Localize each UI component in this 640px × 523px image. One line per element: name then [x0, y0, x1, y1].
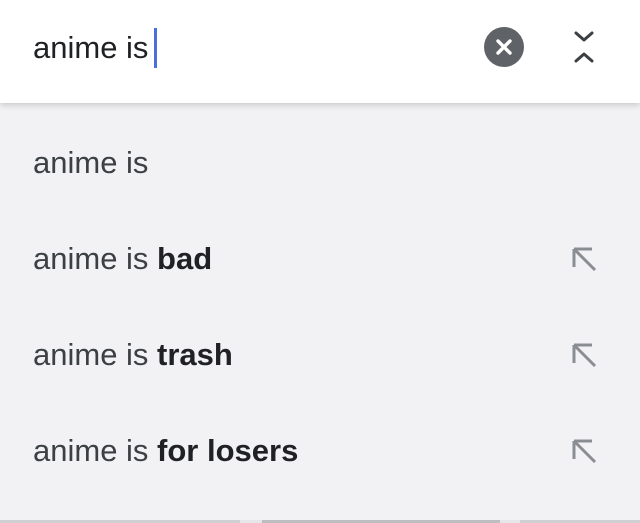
- suggestion-text: anime is trash: [33, 307, 233, 403]
- suggestion-prefix: anime is: [33, 433, 158, 468]
- suggestion-prefix: anime is: [33, 145, 149, 180]
- suggestion-prefix: anime is: [33, 337, 158, 372]
- search-input[interactable]: anime is: [33, 28, 158, 68]
- suggestion-text: anime is bad: [33, 211, 212, 307]
- close-circle-icon: [496, 39, 512, 55]
- clear-search-button[interactable]: [484, 27, 524, 67]
- suggestion-item[interactable]: anime is trash: [0, 307, 640, 403]
- suggestion-completion: trash: [157, 337, 233, 372]
- search-query-text: anime is: [33, 30, 149, 65]
- suggestion-completion: for losers: [157, 433, 299, 468]
- suggestion-text: anime is for losers: [33, 403, 298, 499]
- north-west-arrow-icon[interactable]: [566, 433, 602, 469]
- suggestion-item[interactable]: anime is: [0, 115, 640, 211]
- suggestion-item[interactable]: anime is bad: [0, 211, 640, 307]
- collapse-button[interactable]: [566, 27, 602, 67]
- suggestion-text: anime is: [33, 115, 148, 211]
- north-west-arrow-icon[interactable]: [566, 241, 602, 277]
- suggestion-prefix: anime is: [33, 241, 158, 276]
- suggestion-completion: bad: [157, 241, 213, 276]
- suggestion-item[interactable]: anime is for losers: [0, 403, 640, 499]
- north-west-arrow-icon[interactable]: [566, 337, 602, 373]
- search-bar: anime is: [0, 0, 640, 103]
- collapse-icon: [574, 31, 594, 63]
- suggestion-list: anime is anime is bad anime is trash ani…: [0, 103, 640, 523]
- text-cursor: [154, 28, 158, 68]
